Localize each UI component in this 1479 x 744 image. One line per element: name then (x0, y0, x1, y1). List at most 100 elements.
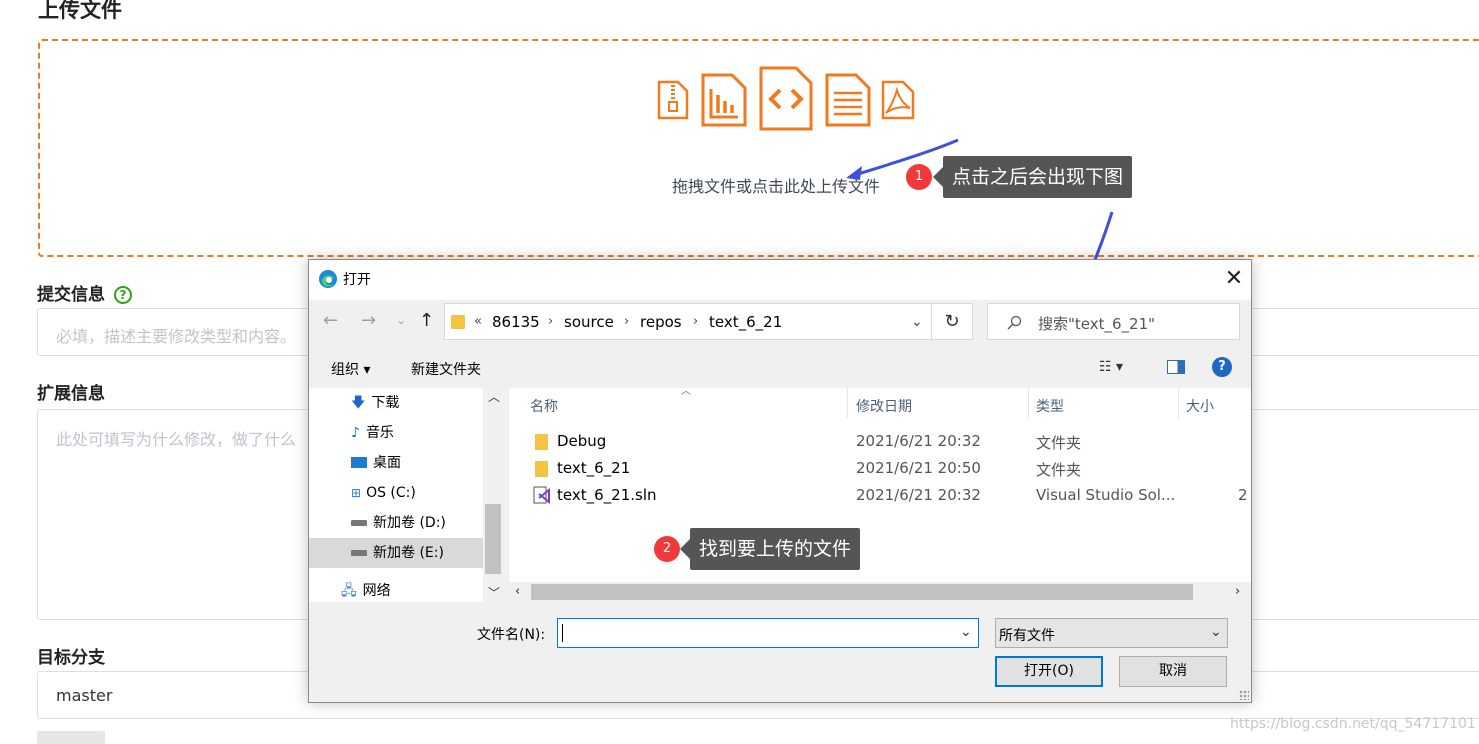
column-divider[interactable] (1178, 388, 1179, 418)
nav-label: 网络 (362, 583, 391, 599)
folder-icon (535, 434, 548, 450)
file-type: Visual Studio Sol... (1036, 486, 1176, 504)
nav-item-d-drive[interactable]: 新加卷 (D:) (351, 508, 481, 538)
commit-placeholder: 必填，描述主要修改类型和内容。 (56, 327, 297, 346)
network-icon: 🖧 (341, 583, 357, 599)
back-arrow-icon[interactable]: ← (323, 310, 338, 331)
filename-label: 文件名(N): (477, 627, 546, 643)
dialog-titlebar: 打开 ✕ (309, 260, 1251, 300)
file-type: 文件夹 (1036, 461, 1082, 479)
bottom-button-partial[interactable] (37, 731, 105, 744)
file-date: 2021/6/21 20:32 (856, 432, 981, 450)
chevron-right-icon[interactable]: › (624, 314, 629, 329)
resize-grip-icon[interactable] (1239, 690, 1249, 700)
chevron-down-icon[interactable]: ⌄ (960, 624, 972, 640)
file-type: 文件夹 (1036, 434, 1082, 452)
branch-value: master (56, 686, 113, 705)
hscroll-thumb[interactable] (531, 584, 1193, 600)
view-options-icon[interactable]: ☷ ▾ (1099, 359, 1123, 375)
code-file-icon (759, 66, 813, 131)
chevron-right-icon[interactable]: › (548, 314, 553, 329)
help-icon[interactable]: ? (1212, 357, 1232, 377)
breadcrumb-text-6-21[interactable]: text_6_21 (709, 313, 782, 331)
breadcrumb-repos[interactable]: repos (640, 313, 682, 331)
visual-studio-solution-icon (533, 486, 550, 505)
column-date[interactable]: 修改日期 (856, 396, 912, 416)
open-button[interactable]: 打开(O) (995, 656, 1103, 687)
file-list-hscrollbar[interactable]: ‹ › (509, 582, 1251, 602)
nav-label: 新加卷 (E:) (373, 545, 444, 561)
file-row[interactable]: text_6_21 2021/6/21 20:50 文件夹 (527, 457, 1247, 481)
forward-arrow-icon[interactable]: → (361, 310, 376, 331)
chevron-up-icon[interactable]: ︿ (488, 388, 500, 405)
search-icon (1007, 315, 1022, 330)
text-cursor (562, 624, 563, 642)
watermark: https://blog.csdn.net/qq_54717101 (1230, 716, 1476, 732)
address-bar[interactable]: « 86135 › source › repos › text_6_21 ⌄ (444, 303, 932, 340)
file-row[interactable]: text_6_21.sln 2021/6/21 20:32 Visual Stu… (527, 484, 1249, 508)
file-row[interactable]: Debug 2021/6/21 20:32 文件夹 (527, 430, 1247, 454)
nav-label: OS (C:) (366, 485, 416, 501)
nav-item-e-drive[interactable]: 新加卷 (E:) (351, 538, 481, 568)
sort-up-icon: ︿ (681, 386, 691, 397)
dialog-title: 打开 (343, 272, 371, 288)
chevron-right-icon[interactable]: › (1235, 584, 1240, 599)
file-name: text_6_21 (557, 459, 631, 477)
file-name: text_6_21.sln (557, 486, 657, 504)
nav-scrollbar[interactable]: ︿ ﹀ (483, 388, 503, 602)
edge-browser-icon (319, 270, 337, 288)
extension-label: 扩展信息 (37, 384, 105, 404)
step-badge-2: 2 (654, 536, 680, 562)
close-icon[interactable]: ✕ (1221, 266, 1247, 292)
file-size: 2 (1238, 486, 1248, 504)
nav-item-c-drive[interactable]: ⊞ OS (C:) (351, 478, 481, 508)
nav-scroll-thumb[interactable] (485, 504, 501, 574)
search-placeholder: 搜索"text_6_21" (1038, 315, 1156, 333)
zip-file-icon (657, 80, 689, 120)
column-name[interactable]: 名称 (530, 396, 558, 416)
nav-item-network[interactable]: 🖧 网络 (341, 576, 481, 606)
chevron-down-icon[interactable]: ﹀ (488, 584, 500, 601)
pdf-file-icon (881, 80, 915, 120)
nav-item-downloads[interactable]: 🡇 下载 (351, 388, 481, 418)
file-date: 2021/6/21 20:32 (856, 486, 981, 504)
new-folder-button[interactable]: 新建文件夹 (411, 359, 481, 379)
chevron-down-icon[interactable]: ⌄ (1210, 624, 1222, 640)
breadcrumb-overflow[interactable]: « (474, 314, 482, 329)
column-divider[interactable] (847, 388, 848, 418)
filetype-select[interactable]: 所有文件 ⌄ (995, 618, 1228, 648)
commit-label-text: 提交信息 (37, 285, 105, 305)
chevron-down-icon[interactable]: ⌄ (911, 314, 923, 330)
preview-pane-icon[interactable] (1167, 360, 1185, 374)
chart-file-icon (701, 73, 747, 127)
open-file-dialog: 打开 ✕ ← → ⌄ ↑ « 86135 › source › repos › … (308, 259, 1252, 703)
music-icon: ♪ (351, 425, 360, 441)
windows-drive-icon: ⊞ (351, 486, 362, 500)
navigation-pane: 🡇 下载 ♪ 音乐 桌面 ⊞ OS (C:) 新加卷 (D:) 新加卷 (E:) 🖧 网… (309, 388, 503, 602)
breadcrumb-86135[interactable]: 86135 (492, 313, 540, 331)
chevron-left-icon[interactable]: ‹ (515, 584, 520, 599)
recent-chevron-icon[interactable]: ⌄ (396, 313, 406, 327)
nav-item-desktop[interactable]: 桌面 (351, 448, 481, 478)
question-circle-icon[interactable]: ? (113, 286, 132, 304)
column-type[interactable]: 类型 (1036, 396, 1064, 416)
column-divider[interactable] (1028, 388, 1029, 418)
refresh-icon[interactable]: ↻ (932, 303, 973, 340)
breadcrumb-source[interactable]: source (564, 313, 614, 331)
step-badge-1: 1 (906, 164, 932, 190)
file-name: Debug (557, 432, 607, 450)
search-box[interactable]: 搜索"text_6_21" (987, 303, 1240, 340)
nav-label: 音乐 (365, 425, 394, 441)
extension-placeholder: 此处可填写为什么修改，做了什么 (56, 430, 297, 449)
chevron-right-icon[interactable]: › (693, 314, 698, 329)
nav-label: 下载 (371, 395, 400, 411)
cancel-button[interactable]: 取消 (1119, 656, 1227, 687)
nav-label: 新加卷 (D:) (373, 515, 446, 531)
up-arrow-icon[interactable]: ↑ (419, 310, 434, 331)
filename-input[interactable]: ⌄ (557, 618, 979, 648)
page-title: 上传文件 (38, 0, 122, 22)
nav-item-music[interactable]: ♪ 音乐 (351, 418, 481, 448)
step-tip-1: 点击之后会出现下图 (932, 156, 1133, 198)
organize-menu[interactable]: 组织 ▾ (331, 359, 370, 379)
column-size[interactable]: 大小 (1186, 396, 1214, 416)
